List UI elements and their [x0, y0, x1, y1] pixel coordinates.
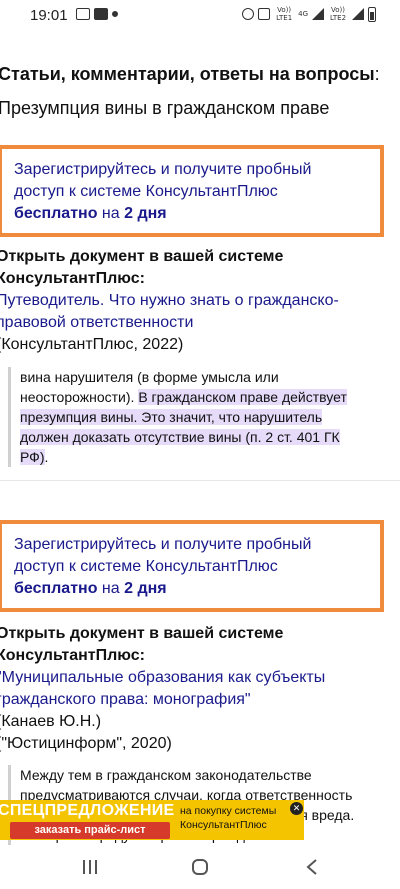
home-shape [192, 859, 208, 875]
promo-line-3[interactable]: бесплатно на 2 дня [14, 203, 370, 225]
network-4g-label: 4G [298, 10, 308, 18]
quote-highlight: презумпция вины. Это значит, что нарушит… [20, 409, 323, 425]
doc-open-title-1: Открыть документ в вашей системе [0, 625, 284, 642]
status-right: Vo)) LTE1 4G Vo)) LTE2 [242, 6, 376, 22]
doc-open-title-1: Открыть документ в вашей системе [0, 248, 284, 265]
promo-line-1[interactable]: Зарегистрируйтесь и получите пробный [14, 534, 370, 556]
image-icon [94, 8, 108, 20]
quote-line: РФ). [20, 447, 392, 467]
doc-open-title-2: КонсультантПлюс: [0, 647, 145, 664]
ad-title[interactable]: СПЕЦПРЕДЛОЖЕНИЕ [0, 802, 174, 820]
promo-days[interactable]: 2 дня [124, 205, 167, 222]
nav-bar [0, 845, 400, 889]
separator [0, 480, 400, 481]
home-icon[interactable] [180, 853, 220, 881]
alarm-icon [242, 8, 255, 20]
promo-on[interactable]: на [97, 205, 124, 222]
close-icon[interactable]: ✕ [290, 802, 303, 815]
quote-highlight: РФ) [20, 449, 45, 465]
quote-line: должен доказать отсутствие вины (п. 2 ст… [20, 427, 392, 447]
ad-text-line-1[interactable]: на покупку системы [180, 804, 276, 818]
quote-text: . [44, 449, 49, 465]
quote-highlight: В гражданском праве действует [138, 389, 347, 405]
signal-icon [312, 8, 324, 20]
doc-link-line-2[interactable]: правовой ответственности [0, 312, 193, 334]
doc-quote: вина нарушителя (в форме умысла или неос… [8, 367, 392, 467]
status-bar: 19:01 Vo)) LTE1 4G Vo)) LTE2 [0, 0, 400, 34]
battery-icon [368, 6, 376, 22]
promo-line-2[interactable]: доступ к системе КонсультантПлюс [14, 181, 370, 203]
mute-icon [258, 8, 271, 20]
quote-text: неосторожности). [20, 389, 139, 405]
promo-free[interactable]: бесплатно [14, 580, 97, 597]
message-icon [76, 8, 90, 20]
quote-line: вина нарушителя (в форме умысла или [20, 369, 279, 385]
ad-text-line-2[interactable]: КонсультантПлюс [180, 818, 276, 832]
network-2-label: Vo)) LTE2 [329, 6, 347, 22]
signal-2-icon [352, 8, 364, 20]
ad-cta-button[interactable]: заказать прайс-лист [10, 822, 170, 839]
quote-line: неосторожности). В гражданском праве дей… [20, 387, 392, 407]
page-subheading: Презумпция вины в гражданском праве [0, 98, 330, 118]
back-icon[interactable] [292, 853, 332, 881]
page-heading-colon: : [374, 64, 380, 84]
quote-highlight: должен доказать отсутствие вины (п. 2 ст… [20, 429, 340, 445]
promo-box[interactable]: Зарегистрируйтесь и получите пробный дос… [0, 520, 384, 612]
status-left-icons [76, 8, 118, 20]
quote-line: Между тем в гражданском законодательстве [20, 767, 312, 783]
promo-days[interactable]: 2 дня [124, 580, 167, 597]
doc-meta: (КонсультантПлюс, 2022) [0, 336, 184, 353]
ad-banner[interactable]: СПЕЦПРЕДЛОЖЕНИЕ заказать прайс-лист на п… [0, 800, 304, 840]
ad-left[interactable]: СПЕЦПРЕДЛОЖЕНИЕ заказать прайс-лист [0, 800, 176, 840]
page-heading: Статьи, комментарии, ответы на вопросы: [0, 64, 380, 85]
recents-icon[interactable] [70, 853, 110, 881]
recents-bars [83, 860, 97, 874]
promo-line-2[interactable]: доступ к системе КонсультантПлюс [14, 556, 370, 578]
doc-meta-publisher: ("Юстицинформ", 2020) [0, 735, 172, 752]
status-time: 19:01 [30, 7, 68, 24]
network-1-label: Vo)) LTE1 [276, 6, 293, 22]
promo-line-1[interactable]: Зарегистрируйтесь и получите пробный [14, 159, 370, 181]
quote-line: презумпция вины. Это значит, что нарушит… [20, 407, 392, 427]
doc-link-line-1[interactable]: "Муниципальные образования как субъекты [0, 667, 325, 689]
back-chevron [306, 859, 317, 875]
doc-link-line-1[interactable]: Путеводитель. Что нужно знать о гражданс… [0, 290, 339, 312]
doc-link-line-2[interactable]: гражданского права: монография" [0, 689, 251, 711]
promo-on[interactable]: на [97, 580, 124, 597]
dot-icon [112, 11, 118, 17]
promo-free[interactable]: бесплатно [14, 205, 97, 222]
promo-line-3[interactable]: бесплатно на 2 дня [14, 578, 370, 600]
doc-open-title-2: КонсультантПлюс: [0, 270, 145, 287]
doc-meta-author: (Канаев Ю.Н.) [0, 713, 102, 730]
ad-text[interactable]: на покупку системы КонсультантПлюс [180, 804, 276, 832]
promo-box[interactable]: Зарегистрируйтесь и получите пробный дос… [0, 145, 384, 237]
page-heading-text: Статьи, комментарии, ответы на вопросы [0, 64, 375, 84]
